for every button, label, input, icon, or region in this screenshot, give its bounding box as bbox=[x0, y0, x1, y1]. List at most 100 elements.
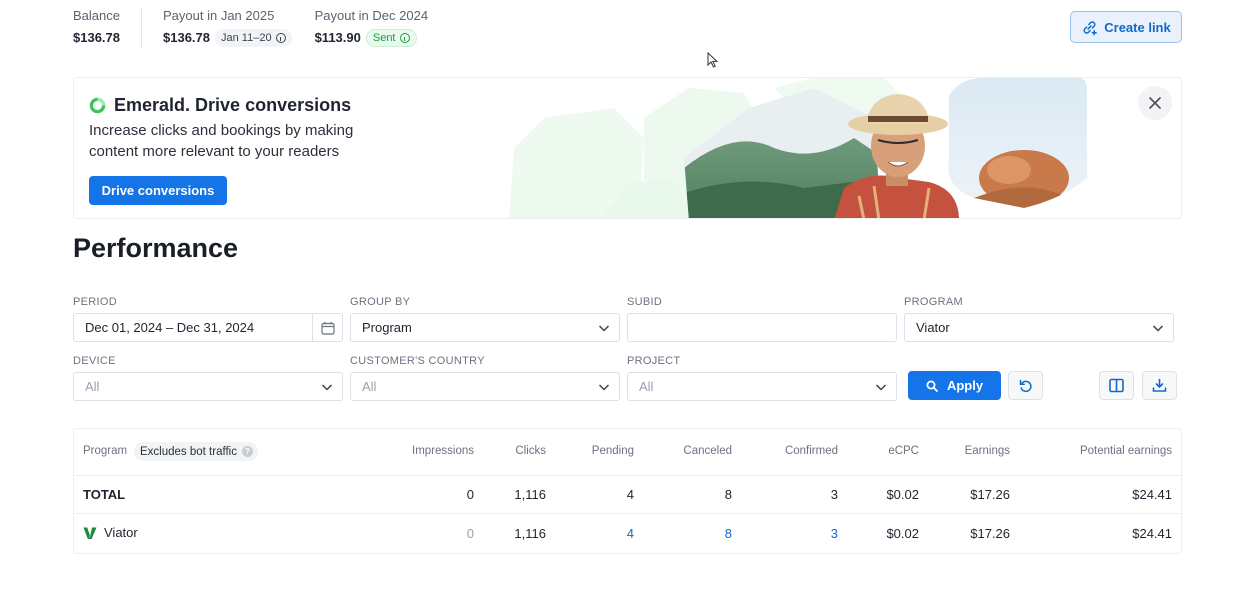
balance-value: $136.78 bbox=[73, 30, 120, 45]
subid-input[interactable] bbox=[627, 313, 897, 342]
columns-button[interactable] bbox=[1099, 371, 1134, 400]
period-label: PERIOD bbox=[73, 296, 117, 308]
row-potential-earnings: $24.41 bbox=[1132, 526, 1172, 541]
total-label: TOTAL bbox=[83, 487, 126, 502]
col-program[interactable]: Program bbox=[83, 445, 127, 457]
chevron-down-icon bbox=[598, 384, 610, 391]
info-icon bbox=[399, 33, 410, 43]
payout-jan-badge[interactable]: Jan 11–20 bbox=[215, 29, 292, 47]
bot-traffic-badge-text: Excludes bot traffic bbox=[140, 445, 237, 458]
row-canceled-link[interactable]: 8 bbox=[725, 526, 732, 541]
apply-button[interactable]: Apply bbox=[908, 371, 1001, 400]
customer-country-label: CUSTOMER'S COUNTRY bbox=[350, 355, 485, 367]
emerald-promo-banner: Emerald. Drive conversions Increase clic… bbox=[73, 77, 1182, 219]
sent-status-text: Sent bbox=[372, 32, 396, 44]
search-icon bbox=[926, 380, 938, 392]
project-filter: PROJECT All bbox=[627, 355, 897, 401]
col-ecpc[interactable]: eCPC bbox=[888, 445, 919, 457]
device-filter: DEVICE All bbox=[73, 355, 343, 401]
performance-table: Program Excludes bot traffic ? Impressio… bbox=[73, 428, 1182, 554]
drive-conversions-button[interactable]: Drive conversions bbox=[89, 176, 227, 205]
col-earnings[interactable]: Earnings bbox=[965, 445, 1010, 457]
program-label: PROGRAM bbox=[904, 296, 963, 308]
group-by-filter: GROUP BY Program bbox=[350, 296, 620, 342]
total-pending: 4 bbox=[626, 487, 634, 502]
program-select[interactable]: Viator bbox=[904, 313, 1174, 342]
chevron-down-icon bbox=[321, 384, 333, 391]
customer-country-value: All bbox=[362, 379, 377, 394]
table-header-row: Program Excludes bot traffic ? Impressio… bbox=[74, 429, 1181, 476]
project-label: PROJECT bbox=[627, 355, 681, 367]
balance-label: Balance bbox=[73, 8, 120, 23]
export-button[interactable] bbox=[1142, 371, 1177, 400]
payout-jan-value: $136.78 bbox=[163, 30, 210, 45]
period-filter: PERIOD Dec 01, 2024 – Dec 31, 2024 bbox=[73, 296, 343, 342]
sent-status-badge[interactable]: Sent bbox=[365, 29, 417, 47]
emerald-logo-icon bbox=[89, 97, 106, 114]
chevron-down-icon bbox=[875, 384, 887, 391]
download-icon bbox=[1152, 378, 1167, 392]
payout-jan-stat: Payout in Jan 2025 $136.78 Jan 11–20 bbox=[142, 8, 292, 47]
project-value: All bbox=[639, 379, 654, 394]
create-link-button[interactable]: Create link bbox=[1070, 11, 1182, 43]
chevron-down-icon bbox=[1152, 325, 1164, 332]
payout-dec-label: Payout in Dec 2024 bbox=[314, 8, 429, 23]
col-pending[interactable]: Pending bbox=[592, 445, 634, 457]
banner-description: Increase clicks and bookings by making c… bbox=[89, 122, 354, 160]
row-impressions: 0 bbox=[466, 526, 474, 541]
row-ecpc: $0.02 bbox=[886, 526, 919, 541]
period-value: Dec 01, 2024 – Dec 31, 2024 bbox=[85, 320, 255, 335]
row-pending-link[interactable]: 4 bbox=[627, 526, 634, 541]
bot-traffic-badge[interactable]: Excludes bot traffic ? bbox=[134, 442, 258, 461]
group-by-value: Program bbox=[362, 320, 412, 335]
total-row: TOTAL 0 1,116 4 8 3 $0.02 $17.26 $24.41 bbox=[74, 476, 1181, 514]
banner-title-text: Emerald. Drive conversions bbox=[114, 95, 352, 115]
link-plus-icon bbox=[1083, 20, 1098, 35]
columns-icon bbox=[1109, 378, 1124, 393]
total-earnings: $17.26 bbox=[970, 487, 1010, 502]
apply-label: Apply bbox=[946, 378, 984, 393]
traveler-illustration bbox=[509, 78, 1087, 218]
payout-summary: Balance $136.78 Payout in Jan 2025 $136.… bbox=[73, 8, 428, 48]
customer-country-filter: CUSTOMER'S COUNTRY All bbox=[350, 355, 620, 401]
col-confirmed[interactable]: Confirmed bbox=[785, 445, 838, 457]
customer-country-select[interactable]: All bbox=[350, 372, 620, 401]
payout-jan-label: Payout in Jan 2025 bbox=[163, 8, 275, 23]
payout-dec-value: $113.90 bbox=[314, 30, 361, 45]
total-canceled: 8 bbox=[724, 487, 732, 502]
subid-filter: SUBID bbox=[627, 296, 897, 342]
col-canceled[interactable]: Canceled bbox=[683, 445, 732, 457]
group-by-label: GROUP BY bbox=[350, 296, 411, 308]
reset-icon bbox=[1019, 379, 1032, 392]
calendar-button[interactable] bbox=[312, 314, 342, 341]
row-clicks: 1,116 bbox=[514, 526, 546, 541]
period-input[interactable]: Dec 01, 2024 – Dec 31, 2024 bbox=[73, 313, 343, 342]
payout-dec-stat: Payout in Dec 2024 $113.90 Sent bbox=[315, 8, 428, 47]
close-icon bbox=[1149, 97, 1161, 109]
chevron-down-icon bbox=[598, 325, 610, 332]
table-row: Viator 0 1,116 4 8 3 $0.02 $17.26 $24.41 bbox=[74, 514, 1181, 554]
total-potential-earnings: $24.41 bbox=[1132, 487, 1172, 502]
row-confirmed-link[interactable]: 3 bbox=[831, 526, 838, 541]
total-confirmed: 3 bbox=[830, 487, 838, 502]
col-potential-earnings[interactable]: Potential earnings bbox=[1080, 445, 1172, 457]
banner-title: Emerald. Drive conversions bbox=[89, 95, 351, 116]
create-link-label: Create link bbox=[1104, 19, 1171, 35]
device-value: All bbox=[85, 379, 100, 394]
page-title: Performance bbox=[73, 233, 239, 263]
help-icon: ? bbox=[241, 446, 253, 457]
payout-jan-badge-text: Jan 11–20 bbox=[221, 32, 272, 44]
info-icon bbox=[275, 33, 286, 43]
col-clicks[interactable]: Clicks bbox=[515, 445, 546, 457]
banner-close-button[interactable] bbox=[1138, 86, 1172, 120]
row-program: Viator bbox=[104, 525, 138, 540]
device-select[interactable]: All bbox=[73, 372, 343, 401]
device-label: DEVICE bbox=[73, 355, 116, 367]
col-impressions[interactable]: Impressions bbox=[412, 445, 474, 457]
project-select[interactable]: All bbox=[627, 372, 897, 401]
total-impressions: 0 bbox=[466, 487, 474, 502]
row-earnings: $17.26 bbox=[970, 526, 1010, 541]
reset-filters-button[interactable] bbox=[1008, 371, 1043, 400]
group-by-select[interactable]: Program bbox=[350, 313, 620, 342]
total-clicks: 1,116 bbox=[514, 487, 546, 502]
